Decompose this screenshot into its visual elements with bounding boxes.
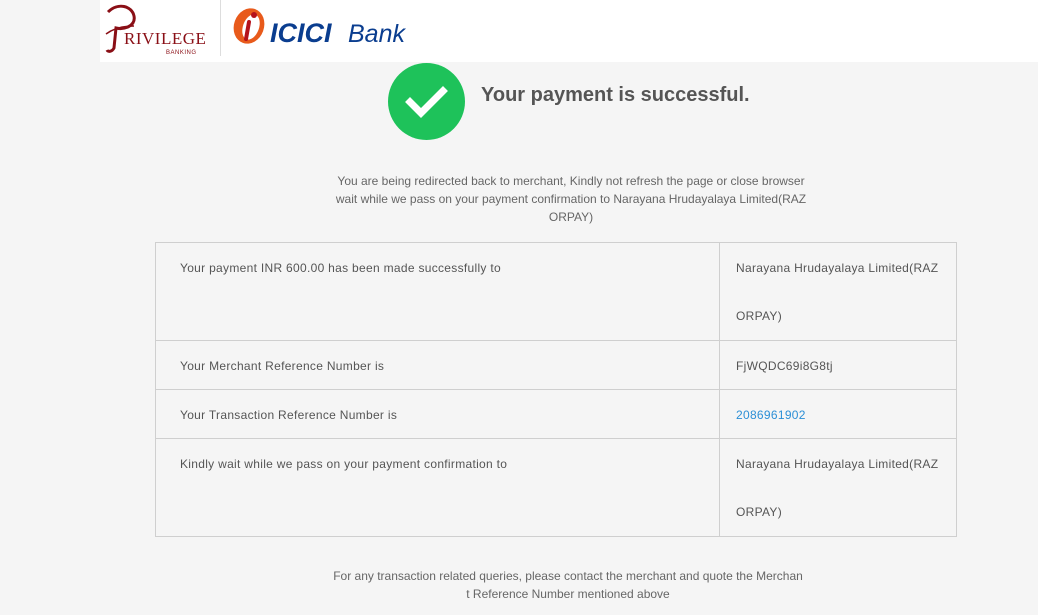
success-check-icon [388, 63, 465, 140]
payment-status-title: Your payment is successful. [481, 84, 750, 106]
confirmation-merchant-value: Narayana Hrudayalaya Limited(RAZORPAY) [719, 438, 957, 537]
transaction-reference-link[interactable]: 2086961902 [736, 408, 806, 422]
merchant-reference-label: Your Merchant Reference Number is [155, 340, 720, 390]
payment-amount-label: Your payment INR 600.00 has been made su… [155, 242, 720, 341]
transaction-details-table: Your payment INR 600.00 has been made su… [155, 242, 957, 537]
svg-text:RIVILEGE: RIVILEGE [124, 29, 206, 48]
icici-bank-logo: ICICI Bank [233, 8, 406, 48]
privilege-banking-logo: RIVILEGE BANKING [105, 4, 206, 56]
svg-text:ICICI: ICICI [270, 18, 332, 48]
merchant-reference-value: FjWQDC69i8G8tj [719, 340, 957, 390]
transaction-reference-label: Your Transaction Reference Number is [155, 389, 720, 439]
svg-text:Bank: Bank [348, 20, 406, 48]
redirect-message: You are being redirected back to merchan… [335, 174, 807, 224]
table-row: Your Merchant Reference Number is FjWQDC… [155, 340, 957, 390]
table-row: Your Transaction Reference Number is 208… [155, 389, 957, 439]
logo-divider [220, 0, 221, 56]
table-row: Kindly wait while we pass on your paymen… [155, 438, 957, 537]
merchant-name-value: Narayana Hrudayalaya Limited(RAZORPAY) [719, 242, 957, 341]
table-row: Your payment INR 600.00 has been made su… [155, 242, 957, 341]
transaction-reference-cell: 2086961902 [719, 389, 957, 439]
confirmation-label: Kindly wait while we pass on your paymen… [155, 438, 720, 537]
header: RIVILEGE BANKING ICICI Bank [100, 0, 1038, 62]
footer-message: For any transaction related queries, ple… [333, 569, 803, 601]
svg-text:BANKING: BANKING [166, 50, 197, 56]
